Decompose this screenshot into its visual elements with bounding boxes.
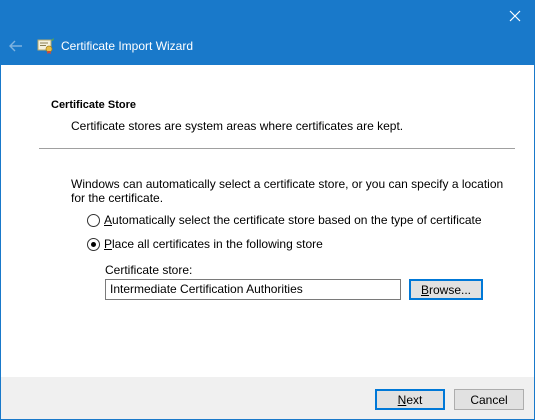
next-button[interactable]: Next xyxy=(375,389,445,410)
place-in-store-option[interactable]: Place all certificates in the following … xyxy=(87,237,323,251)
close-button[interactable] xyxy=(504,5,526,27)
back-button[interactable] xyxy=(7,37,25,55)
back-arrow-icon xyxy=(9,40,22,52)
certificate-import-wizard-window: Certificate Import Wizard Certificate St… xyxy=(0,0,535,420)
place-in-store-label[interactable]: Place all certificates in the following … xyxy=(104,237,323,251)
header-separator xyxy=(39,148,515,149)
title-bar: Certificate Import Wizard xyxy=(1,1,534,65)
browse-button[interactable]: Browse... xyxy=(409,279,483,300)
auto-select-store-option[interactable]: Automatically select the certificate sto… xyxy=(87,213,482,227)
place-in-store-radio[interactable] xyxy=(87,237,100,251)
section-description: Certificate stores are system areas wher… xyxy=(71,119,404,133)
info-text: Windows can automatically select a certi… xyxy=(71,177,504,205)
section-title: Certificate Store xyxy=(51,99,136,111)
certificate-store-field[interactable]: Intermediate Certification Authorities xyxy=(105,279,401,300)
certificate-store-label: Certificate store: xyxy=(105,263,193,277)
cancel-button[interactable]: Cancel xyxy=(454,389,524,410)
auto-select-radio[interactable] xyxy=(87,213,100,227)
close-icon xyxy=(509,10,521,22)
certificate-icon xyxy=(37,38,54,54)
auto-select-label[interactable]: Automatically select the certificate sto… xyxy=(104,213,482,227)
window-title: Certificate Import Wizard xyxy=(61,39,194,53)
